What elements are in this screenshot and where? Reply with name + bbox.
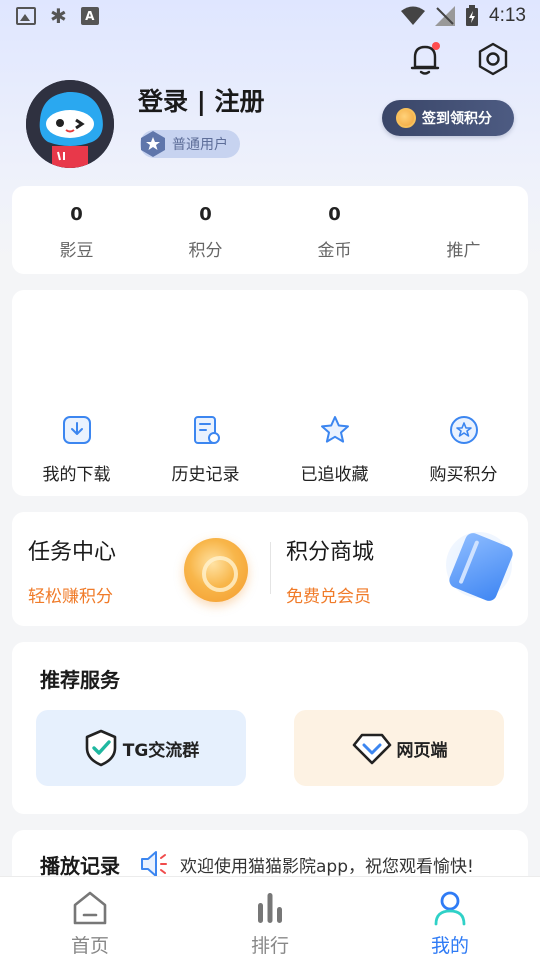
settings-button[interactable] <box>474 40 512 78</box>
notification-button[interactable] <box>406 40 444 78</box>
services-title: 推荐服务 <box>40 668 120 692</box>
mascot-avatar-icon <box>26 80 114 168</box>
stat-value <box>399 204 528 226</box>
diamond-icon <box>352 733 391 765</box>
membership-card-icon <box>446 530 516 604</box>
stat-label: 影豆 <box>59 241 94 261</box>
quick-action-label: 已追收藏 <box>300 465 369 485</box>
quick-action-label: 历史记录 <box>171 465 240 485</box>
stat-value: 0 <box>328 204 341 225</box>
quick-actions-row: 我的下载 历史记录 已追收藏 购买积分 <box>12 414 528 485</box>
points-mall-subtitle: 免费兑会员 <box>286 587 371 607</box>
checkin-label: 签到领积分 <box>422 111 492 127</box>
stat-promote[interactable]: 推广 <box>399 186 528 274</box>
points-icon <box>449 416 478 444</box>
stat-label: 积分 <box>188 241 223 261</box>
points-mall-title: 积分商城 <box>286 540 375 565</box>
stat-value: 0 <box>70 204 83 225</box>
signal-icon <box>435 6 456 26</box>
quick-action-downloads[interactable]: 我的下载 <box>12 414 141 485</box>
tab-mine[interactable]: 我的 <box>360 877 540 960</box>
battery-icon <box>466 5 479 26</box>
quick-action-label: 我的下载 <box>42 465 111 485</box>
coin-stack-icon <box>184 538 248 602</box>
quick-actions-card: 我的下载 历史记录 已追收藏 购买积分 <box>12 290 528 496</box>
header-actions <box>406 40 512 78</box>
quick-action-label: 购买积分 <box>429 465 498 485</box>
tab-home[interactable]: 首页 <box>0 877 180 960</box>
star-icon <box>320 416 349 443</box>
task-center-subtitle: 轻松赚积分 <box>28 587 113 607</box>
tab-label: 我的 <box>430 935 469 957</box>
gear-icon <box>478 42 508 76</box>
image-icon <box>16 7 36 25</box>
task-center[interactable]: 任务中心 轻松赚积分 <box>12 512 270 626</box>
play-history-title: 播放记录 <box>40 854 120 878</box>
login-register-link[interactable]: 登录 | 注册 <box>138 82 265 118</box>
bottom-tab-bar: 首页 排行 我的 <box>0 876 540 960</box>
ranking-icon <box>258 893 282 923</box>
tab-ranking[interactable]: 排行 <box>180 877 360 960</box>
bug-icon: ✱ <box>50 4 67 28</box>
stat-beans[interactable]: 0 影豆 <box>12 186 141 274</box>
tab-label: 排行 <box>250 935 289 957</box>
coin-icon <box>396 108 416 128</box>
user-level-label: 普通用户 <box>172 137 228 153</box>
quick-action-favorites[interactable]: 已追收藏 <box>270 414 399 485</box>
user-level-badge: 普通用户 <box>140 130 240 158</box>
service-tg-group[interactable]: TG交流群 <box>36 710 246 786</box>
points-mall[interactable]: 积分商城 免费兑会员 <box>270 512 528 626</box>
history-icon <box>193 416 220 444</box>
service-label: 网页端 <box>396 740 448 761</box>
stat-coins[interactable]: 0 金币 <box>270 186 399 274</box>
font-icon: A <box>80 7 99 25</box>
wifi-icon <box>401 6 426 25</box>
badge-star-icon <box>141 131 165 157</box>
service-label: TG交流群 <box>122 740 200 761</box>
status-bar-system: 4:13 <box>401 5 526 27</box>
quick-action-buy-points[interactable]: 购买积分 <box>399 414 528 485</box>
notice-marquee: 欢迎使用猫猫影院app，祝您观看愉快! <box>180 857 474 877</box>
tab-label: 首页 <box>70 935 109 957</box>
quick-action-history[interactable]: 历史记录 <box>141 414 270 485</box>
status-bar: ✱ A 4:13 <box>0 0 540 36</box>
tasks-card: 任务中心 轻松赚积分 积分商城 免费兑会员 <box>12 512 528 626</box>
stat-label: 推广 <box>446 241 481 261</box>
shield-check-icon <box>85 729 117 767</box>
download-icon <box>62 416 91 444</box>
checkin-button[interactable]: 签到领积分 <box>382 100 514 136</box>
stats-card: 0 影豆 0 积分 0 金币 推广 <box>12 186 528 274</box>
stat-label: 金币 <box>317 241 352 261</box>
home-icon <box>73 891 107 925</box>
service-web[interactable]: 网页端 <box>294 710 504 786</box>
notification-dot <box>432 42 440 50</box>
task-center-title: 任务中心 <box>28 540 117 565</box>
status-bar-notifications: ✱ A <box>16 6 99 26</box>
services-card: 推荐服务 TG交流群 网页端 <box>12 642 528 814</box>
profile-icon <box>434 891 466 926</box>
clock: 4:13 <box>489 5 526 26</box>
stat-value: 0 <box>199 204 212 225</box>
stat-points[interactable]: 0 积分 <box>141 186 270 274</box>
avatar[interactable] <box>26 80 114 168</box>
